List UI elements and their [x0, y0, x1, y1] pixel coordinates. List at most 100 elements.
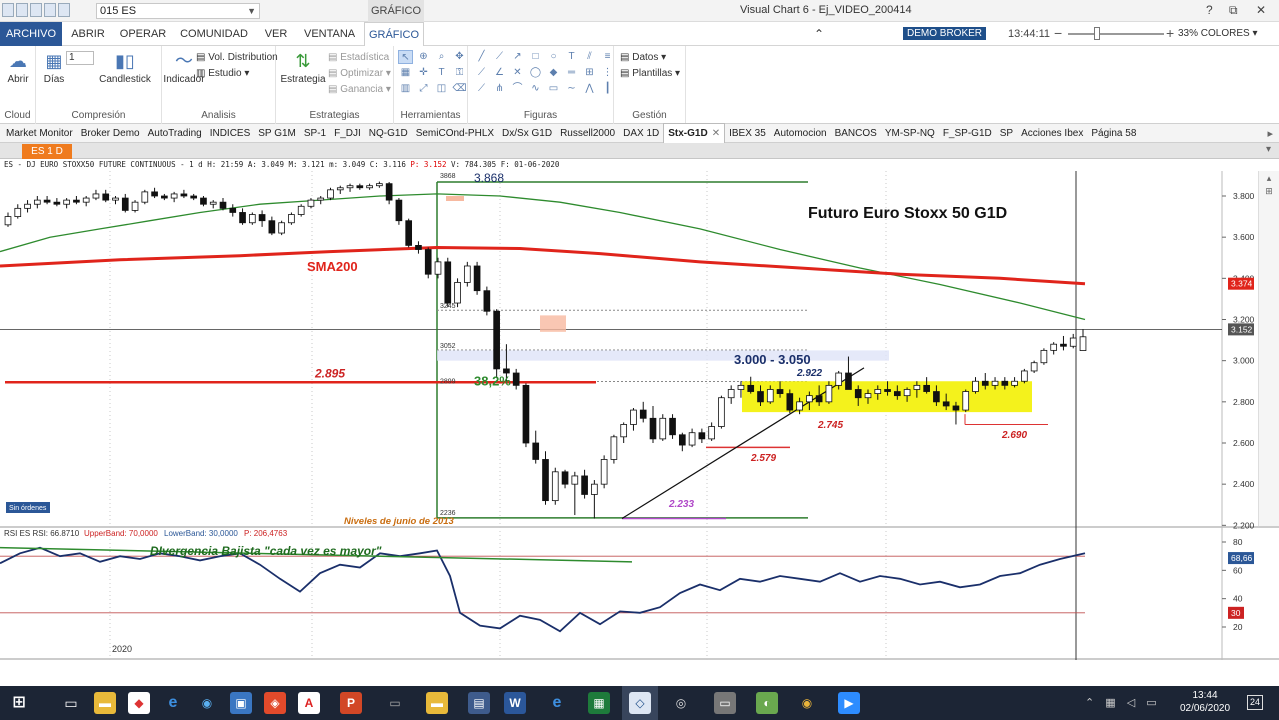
workspace-tab[interactable]: BANCOS [831, 124, 881, 143]
app-icon[interactable]: ▣ [230, 692, 252, 714]
pointer-tool-icon[interactable]: ↖ [398, 50, 413, 64]
volume-icon[interactable]: ◁ [1127, 697, 1139, 709]
app-icon[interactable] [2, 3, 14, 17]
workspace-tab[interactable]: SemiCOnd-PHLX [412, 124, 498, 143]
magnifier-icon[interactable]: ⌕ [434, 50, 449, 64]
period-input[interactable]: 1 [66, 51, 94, 65]
ellipse-figure-icon[interactable]: ○ [546, 50, 561, 64]
statistics-button[interactable]: ▤ Estadística [328, 52, 389, 63]
zoom-tool-icon[interactable]: ⊕ [416, 50, 431, 64]
zigzag-figure-icon[interactable]: ⋀ [582, 82, 597, 96]
channel-figure-icon[interactable]: ⫽ [582, 50, 597, 64]
close-icon[interactable]: ✕ [712, 128, 720, 139]
wave-figure-icon[interactable]: ∿ [528, 82, 543, 96]
cursor-tool-icon[interactable]: ✥ [452, 50, 467, 64]
menu-abrir[interactable]: ABRIR [70, 22, 106, 46]
file-explorer-icon[interactable]: ▬ [94, 692, 116, 714]
zoom-level[interactable]: 33% COLORES ▾ [1178, 28, 1258, 39]
gann-figure-icon[interactable]: ⊞ [582, 66, 597, 80]
symbol-input[interactable]: 015 ES ▼ [96, 3, 260, 19]
chrome-icon[interactable]: ◉ [796, 692, 818, 714]
lock-icon[interactable]: ⚿ [452, 66, 467, 80]
workspace-tab[interactable]: AutoTrading [144, 124, 206, 143]
crosshair-icon[interactable]: ✛ [416, 66, 431, 80]
arrow-figure-icon[interactable]: ↗ [510, 50, 525, 64]
powerpoint-icon[interactable]: P [340, 692, 362, 714]
help-icon[interactable]: ? [1206, 3, 1213, 17]
windows-start-icon[interactable]: ⊞ [8, 692, 30, 714]
candlestick-button[interactable]: ▮▯ Candlestick [94, 50, 156, 85]
pitch-figure-icon[interactable]: ⋔ [492, 82, 507, 96]
box-figure-icon[interactable]: ▭ [546, 82, 561, 96]
workspace-tab[interactable]: SP [996, 124, 1017, 143]
workspace-tab[interactable]: DAX 1D [619, 124, 663, 143]
text-figure-icon[interactable]: T [564, 50, 579, 64]
chevron-up-icon[interactable]: ▴ [1259, 173, 1279, 184]
chevron-down-icon[interactable]: ▼ [247, 4, 256, 18]
collapse-ribbon-icon[interactable]: ⌃ [812, 22, 826, 46]
strategy-button[interactable]: ⇅ Estrategia [278, 50, 328, 85]
app-icon[interactable]: ◈ [264, 692, 286, 714]
workspace-tab[interactable]: INDICES [206, 124, 255, 143]
zoom-out-icon[interactable]: − [1054, 25, 1062, 41]
vol-distribution-button[interactable]: ▤ Vol. Distribution [196, 52, 278, 63]
app-icon[interactable]: ▭ [384, 692, 406, 714]
menu-ver[interactable]: VER [262, 22, 290, 46]
menu-operar[interactable]: OPERAR [118, 22, 168, 46]
edge-icon[interactable]: e [162, 692, 184, 714]
menu-archivo[interactable]: ARCHIVO [0, 22, 62, 46]
days-button[interactable]: ▦ Días [40, 50, 68, 85]
vline-figure-icon[interactable]: ┃ [600, 82, 615, 96]
workspace-tab[interactable]: F_SP-G1D [939, 124, 996, 143]
zoom-icon[interactable]: ▶ [838, 692, 860, 714]
open-cloud-button[interactable]: ☁ Abrir [4, 50, 32, 85]
scale-icon[interactable]: ⊞ [1259, 186, 1279, 197]
workspace-tab[interactable]: Dx/Sx G1D [498, 124, 556, 143]
workspace-tab[interactable]: Acciones Ibex [1017, 124, 1087, 143]
workspace-tab[interactable]: YM-SP-NQ [881, 124, 939, 143]
menu-grafico[interactable]: GRÁFICO [364, 22, 424, 46]
workspace-tab[interactable]: SP G1M [254, 124, 300, 143]
keyboard-icon[interactable]: ▭ [1146, 697, 1160, 709]
optimize-button[interactable]: ▤ Optimizar ▾ [328, 68, 391, 79]
workspace-tab[interactable]: Market Monitor [2, 124, 77, 143]
fibo-figure-icon[interactable]: ≡ [600, 50, 615, 64]
app-icon[interactable]: ◎ [670, 692, 692, 714]
chevron-down-icon[interactable]: ▾ [1266, 144, 1271, 155]
app-icon[interactable]: ▤ [468, 692, 490, 714]
zoom-slider-handle[interactable] [1094, 27, 1100, 40]
study-button[interactable]: ▥ Estudio ▾ [196, 68, 249, 79]
task-view-icon[interactable]: ▭ [60, 692, 82, 714]
app-icon[interactable]: ▭ [714, 692, 736, 714]
workspace-tab[interactable]: Página 58 [1087, 124, 1140, 143]
ray-figure-icon[interactable]: ⟋ [492, 50, 507, 64]
quick-icon[interactable] [58, 3, 70, 17]
app-icon[interactable]: ▦ [588, 692, 610, 714]
workspace-tab[interactable]: SP-1 [300, 124, 330, 143]
workspace-tab[interactable]: IBEX 35 [725, 124, 770, 143]
network-icon[interactable]: ▦ [1105, 697, 1119, 709]
gain-button[interactable]: ▤ Ganancia ▾ [328, 84, 391, 95]
pdf-icon[interactable]: A [298, 692, 320, 714]
app-icon[interactable]: ◉ [196, 692, 218, 714]
price-chart[interactable]: 3.8003.6003.4003.2003.0002.8002.6002.400… [0, 171, 1279, 660]
line-figure-icon[interactable]: ╱ [474, 50, 489, 64]
workspace-tab[interactable]: Russell2000 [556, 124, 619, 143]
context-tab-grafico[interactable]: GRÁFICO [368, 0, 424, 22]
workspace-tab[interactable]: F_DJI [330, 124, 365, 143]
zoom-slider[interactable] [1068, 33, 1164, 35]
quick-icon[interactable] [44, 3, 56, 17]
marker-figure-icon[interactable]: ◆ [546, 66, 561, 80]
close-icon[interactable]: ✕ [1256, 3, 1266, 17]
chevron-right-icon[interactable]: ▸ [1267, 127, 1273, 140]
templates-menu-button[interactable]: ▤ Plantillas ▾ [620, 68, 680, 79]
level-figure-icon[interactable]: ═ [564, 66, 579, 80]
quick-icon[interactable] [16, 3, 28, 17]
clear-tool-icon[interactable]: ⌫ [452, 82, 467, 96]
data-menu-button[interactable]: ▤ Datos ▾ [620, 52, 666, 63]
chevron-up-icon[interactable]: ⌃ [1085, 697, 1098, 709]
menu-ventana[interactable]: VENTANA [304, 22, 355, 46]
quick-icon[interactable] [30, 3, 42, 17]
restore-icon[interactable]: ⧉ [1229, 3, 1238, 18]
workspace-tab[interactable]: Stx-G1D ✕ [663, 123, 726, 143]
